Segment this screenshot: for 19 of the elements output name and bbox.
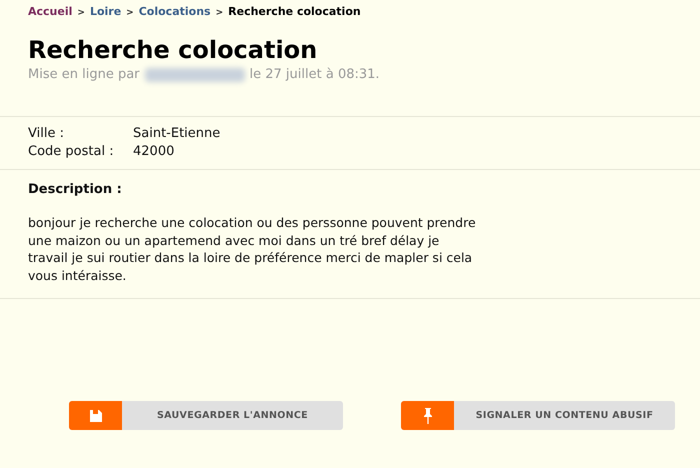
breadcrumb-link[interactable]: Loire	[90, 5, 122, 18]
breadcrumb-link[interactable]: Colocations	[138, 5, 211, 18]
save-ad-button[interactable]: SAUVEGARDER L'ANNONCE	[69, 401, 343, 430]
pushpin-icon	[422, 406, 432, 424]
field-label: Ville :	[28, 126, 65, 141]
page-title: Recherche colocation	[28, 36, 318, 64]
breadcrumb-separator: >	[216, 8, 224, 18]
posted-by-label: Mise en ligne par	[28, 67, 140, 82]
breadcrumb-current: Recherche colocation	[228, 5, 361, 18]
field-value: Saint-Etienne	[133, 126, 222, 141]
breadcrumb-separator: >	[126, 8, 134, 18]
description-text: bonjour je recherche une colocation ou des perssonne pouvent prendre une maizon ou un apartemend avec moi dans un tré bref délay je travail je sui routier dans la loire de préférence merci de mapler si cela vous intéraisse.	[28, 214, 477, 284]
field-label: Code postal :	[28, 144, 115, 159]
field-value: 42000	[133, 144, 176, 159]
posted-date: le 27 juillet à 08:31.	[250, 67, 380, 82]
breadcrumb-link[interactable]: Accueil	[28, 5, 72, 18]
description-heading: Description :	[28, 182, 123, 197]
report-abuse-button[interactable]: SIGNALER UN CONTENU ABUSIF	[401, 401, 675, 430]
breadcrumb-separator: >	[77, 8, 85, 18]
